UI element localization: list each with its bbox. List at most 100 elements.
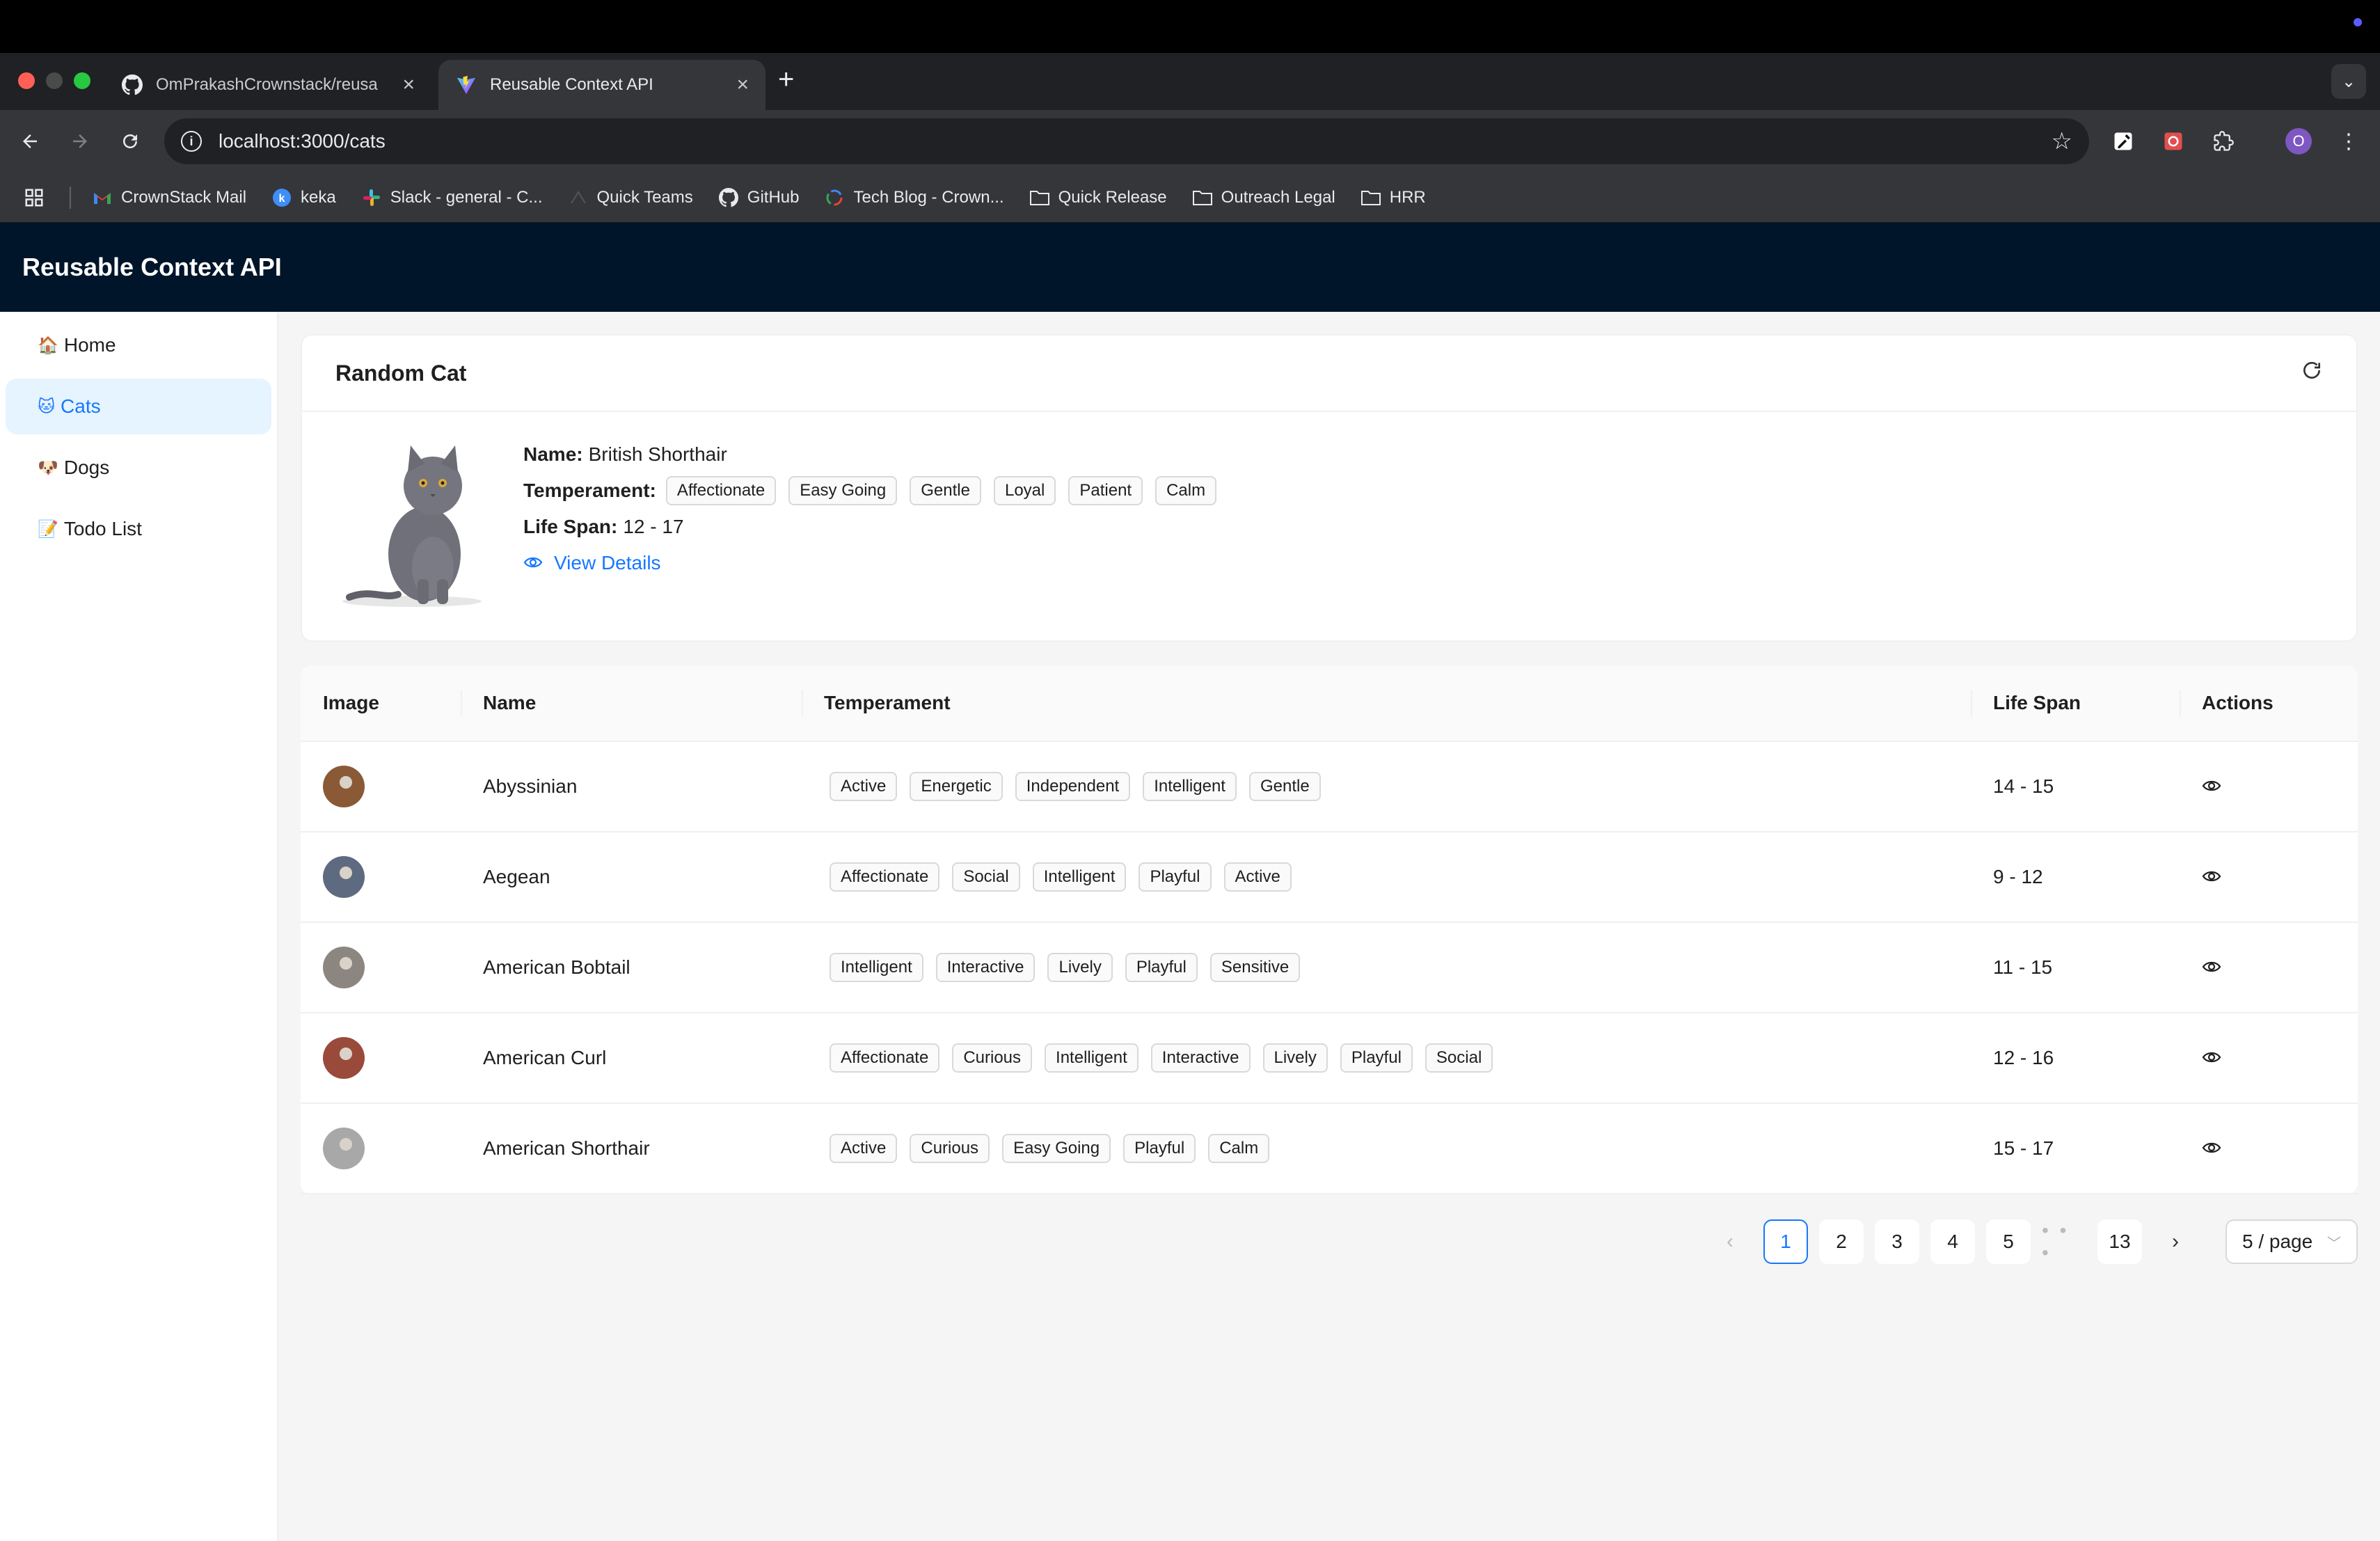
window-maximize-button[interactable] <box>74 72 90 89</box>
view-details-link[interactable]: View Details <box>523 551 1229 575</box>
site-info-icon[interactable]: i <box>181 131 202 152</box>
window-minimize-button[interactable] <box>46 72 63 89</box>
sidebar-item-dogs[interactable]: 🐶 Dogs <box>6 440 271 496</box>
tab-search-chevron-icon[interactable]: ⌄ <box>2331 64 2366 99</box>
temperament-tag: Affectionate <box>830 1043 940 1073</box>
cat-thumbnail <box>323 1128 365 1169</box>
bookmark-quick-teams[interactable]: Quick Teams <box>568 187 693 208</box>
temperament-tag: Affectionate <box>830 862 940 892</box>
back-arrow-icon[interactable] <box>14 125 46 157</box>
table-body: Abyssinian Active Energetic Independent Inte… <box>301 742 2358 1194</box>
memo-icon: 📝 <box>38 519 58 539</box>
temperament-tag: Intelligent <box>1045 1043 1139 1073</box>
browser-tab-reusable-context[interactable]: Reusable Context API × <box>438 60 765 110</box>
life-span-cell: 9 - 12 <box>1993 866 2043 887</box>
bookmark-keka[interactable]: k keka <box>271 187 336 208</box>
page-button-last[interactable]: 13 <box>2097 1219 2142 1264</box>
cat-thumbnail <box>323 947 365 988</box>
bookmark-label: HRR <box>1389 187 1426 207</box>
sidebar-item-label: Dogs <box>63 457 110 478</box>
sidebar-item-label: Home <box>63 334 116 356</box>
name-label: Name: <box>523 443 583 465</box>
page-jump-ellipsis[interactable]: • • • <box>2042 1219 2086 1264</box>
temperament-tag: Playful <box>1125 953 1198 982</box>
page-button-1[interactable]: 1 <box>1763 1219 1808 1264</box>
tab-close-icon[interactable]: × <box>736 73 749 97</box>
bookmark-hrr[interactable]: HRR <box>1360 187 1426 208</box>
sidebar-item-label: Cats <box>61 395 101 417</box>
sidebar-item-home[interactable]: 🏠 Home <box>6 317 271 373</box>
temperament-tag: Active <box>830 1134 898 1163</box>
next-page-chevron-icon[interactable]: › <box>2153 1219 2198 1264</box>
view-eye-icon[interactable] <box>2202 956 2221 979</box>
image-cell <box>301 947 461 988</box>
temperament-tag: Active <box>1223 862 1292 892</box>
breed-name-cell: American Curl <box>483 1047 607 1068</box>
bookmark-label: Outreach Legal <box>1221 187 1335 207</box>
page-button-3[interactable]: 3 <box>1875 1219 1919 1264</box>
temperament-cell: Affectionate Curious Intelligent Interactiv… <box>802 1043 1971 1073</box>
card-body: Name: British Shorthair Temperament: Aff… <box>302 412 2356 640</box>
page-button-2[interactable]: 2 <box>1819 1219 1864 1264</box>
cat-thumbnail <box>323 1037 365 1079</box>
sidebar-item-todo-list[interactable]: 📝 Todo List <box>6 501 271 557</box>
temperament-tag: Intelligent <box>830 953 923 982</box>
actions-cell <box>2180 1047 2358 1069</box>
column-header-life-span: Life Span <box>1971 665 2180 741</box>
view-eye-icon[interactable] <box>2202 866 2221 888</box>
random-cat-card: Random Cat Name: British Shorthair Tempe… <box>301 334 2358 642</box>
address-bar[interactable]: i localhost:3000/cats ☆ <box>164 118 2089 164</box>
view-eye-icon[interactable] <box>2202 775 2221 798</box>
gmail-icon <box>92 187 113 208</box>
profile-avatar[interactable]: O <box>2285 128 2312 155</box>
temperament-tag: Social <box>1425 1043 1493 1073</box>
slack-icon <box>361 187 382 208</box>
sidebar-item-cats[interactable]: 🐱 Cats <box>6 379 271 434</box>
window-close-button[interactable] <box>18 72 35 89</box>
react-devtools-extension-icon[interactable] <box>2157 125 2189 157</box>
breed-name-cell: American Bobtail <box>483 956 630 978</box>
temperament-tag: Playful <box>1123 1134 1196 1163</box>
temperament-tag: Playful <box>1340 1043 1413 1073</box>
bookmark-slack[interactable]: Slack - general - C... <box>361 187 543 208</box>
folder-icon <box>1360 187 1381 208</box>
page-size-select[interactable]: 5 / page ﹀ <box>2226 1219 2358 1264</box>
reload-icon[interactable] <box>114 125 146 157</box>
bookmark-label: Tech Blog - Crown... <box>853 187 1004 207</box>
bookmark-github[interactable]: GitHub <box>718 187 800 208</box>
column-header-actions: Actions <box>2180 665 2358 741</box>
life-span-cell: 14 - 15 <box>1993 775 2054 797</box>
browser-menu-kebab-icon[interactable]: ⋮ <box>2333 125 2365 157</box>
temperament-tag: Calm <box>1155 476 1217 505</box>
teams-icon <box>568 187 589 208</box>
bookmark-quick-release[interactable]: Quick Release <box>1029 187 1167 208</box>
tab-close-icon[interactable]: × <box>402 73 415 97</box>
life-span-cell: 12 - 16 <box>1993 1047 2054 1068</box>
browser-tab-github[interactable]: OmPrakashCrownstack/reusa × <box>104 60 431 110</box>
cat-name-value: British Shorthair <box>588 443 727 465</box>
bookmark-tech-blog[interactable]: Tech Blog - Crown... <box>824 187 1004 208</box>
table-row: Aegean Affectionate Social Intelligent Playf… <box>301 832 2358 923</box>
house-icon: 🏠 <box>38 335 58 355</box>
eyedropper-extension-icon[interactable] <box>2107 125 2139 157</box>
actions-cell <box>2180 775 2358 798</box>
apps-grid-icon[interactable] <box>24 187 45 208</box>
bookmark-outreach-legal[interactable]: Outreach Legal <box>1192 187 1335 208</box>
url-text: localhost:3000/cats <box>219 130 386 152</box>
forward-arrow-icon[interactable] <box>64 125 96 157</box>
temperament-tag: Gentle <box>910 476 981 505</box>
new-tab-plus-icon[interactable]: + <box>778 65 794 93</box>
temperament-tag: Easy Going <box>1002 1134 1111 1163</box>
reload-icon[interactable] <box>2301 358 2323 388</box>
prev-page-chevron-icon[interactable]: ‹ <box>1708 1219 1752 1264</box>
view-eye-icon[interactable] <box>2202 1047 2221 1069</box>
vite-icon <box>455 74 477 96</box>
bookmark-label: GitHub <box>747 187 800 207</box>
view-eye-icon[interactable] <box>2202 1137 2221 1160</box>
extensions-puzzle-icon[interactable] <box>2207 125 2239 157</box>
page-button-4[interactable]: 4 <box>1930 1219 1975 1264</box>
page-button-5[interactable]: 5 <box>1986 1219 2031 1264</box>
bookmark-star-icon[interactable]: ☆ <box>2052 127 2072 155</box>
bookmark-crownstack-mail[interactable]: CrownStack Mail <box>92 187 246 208</box>
table-row: American Bobtail Intelligent Interactive Li… <box>301 923 2358 1013</box>
